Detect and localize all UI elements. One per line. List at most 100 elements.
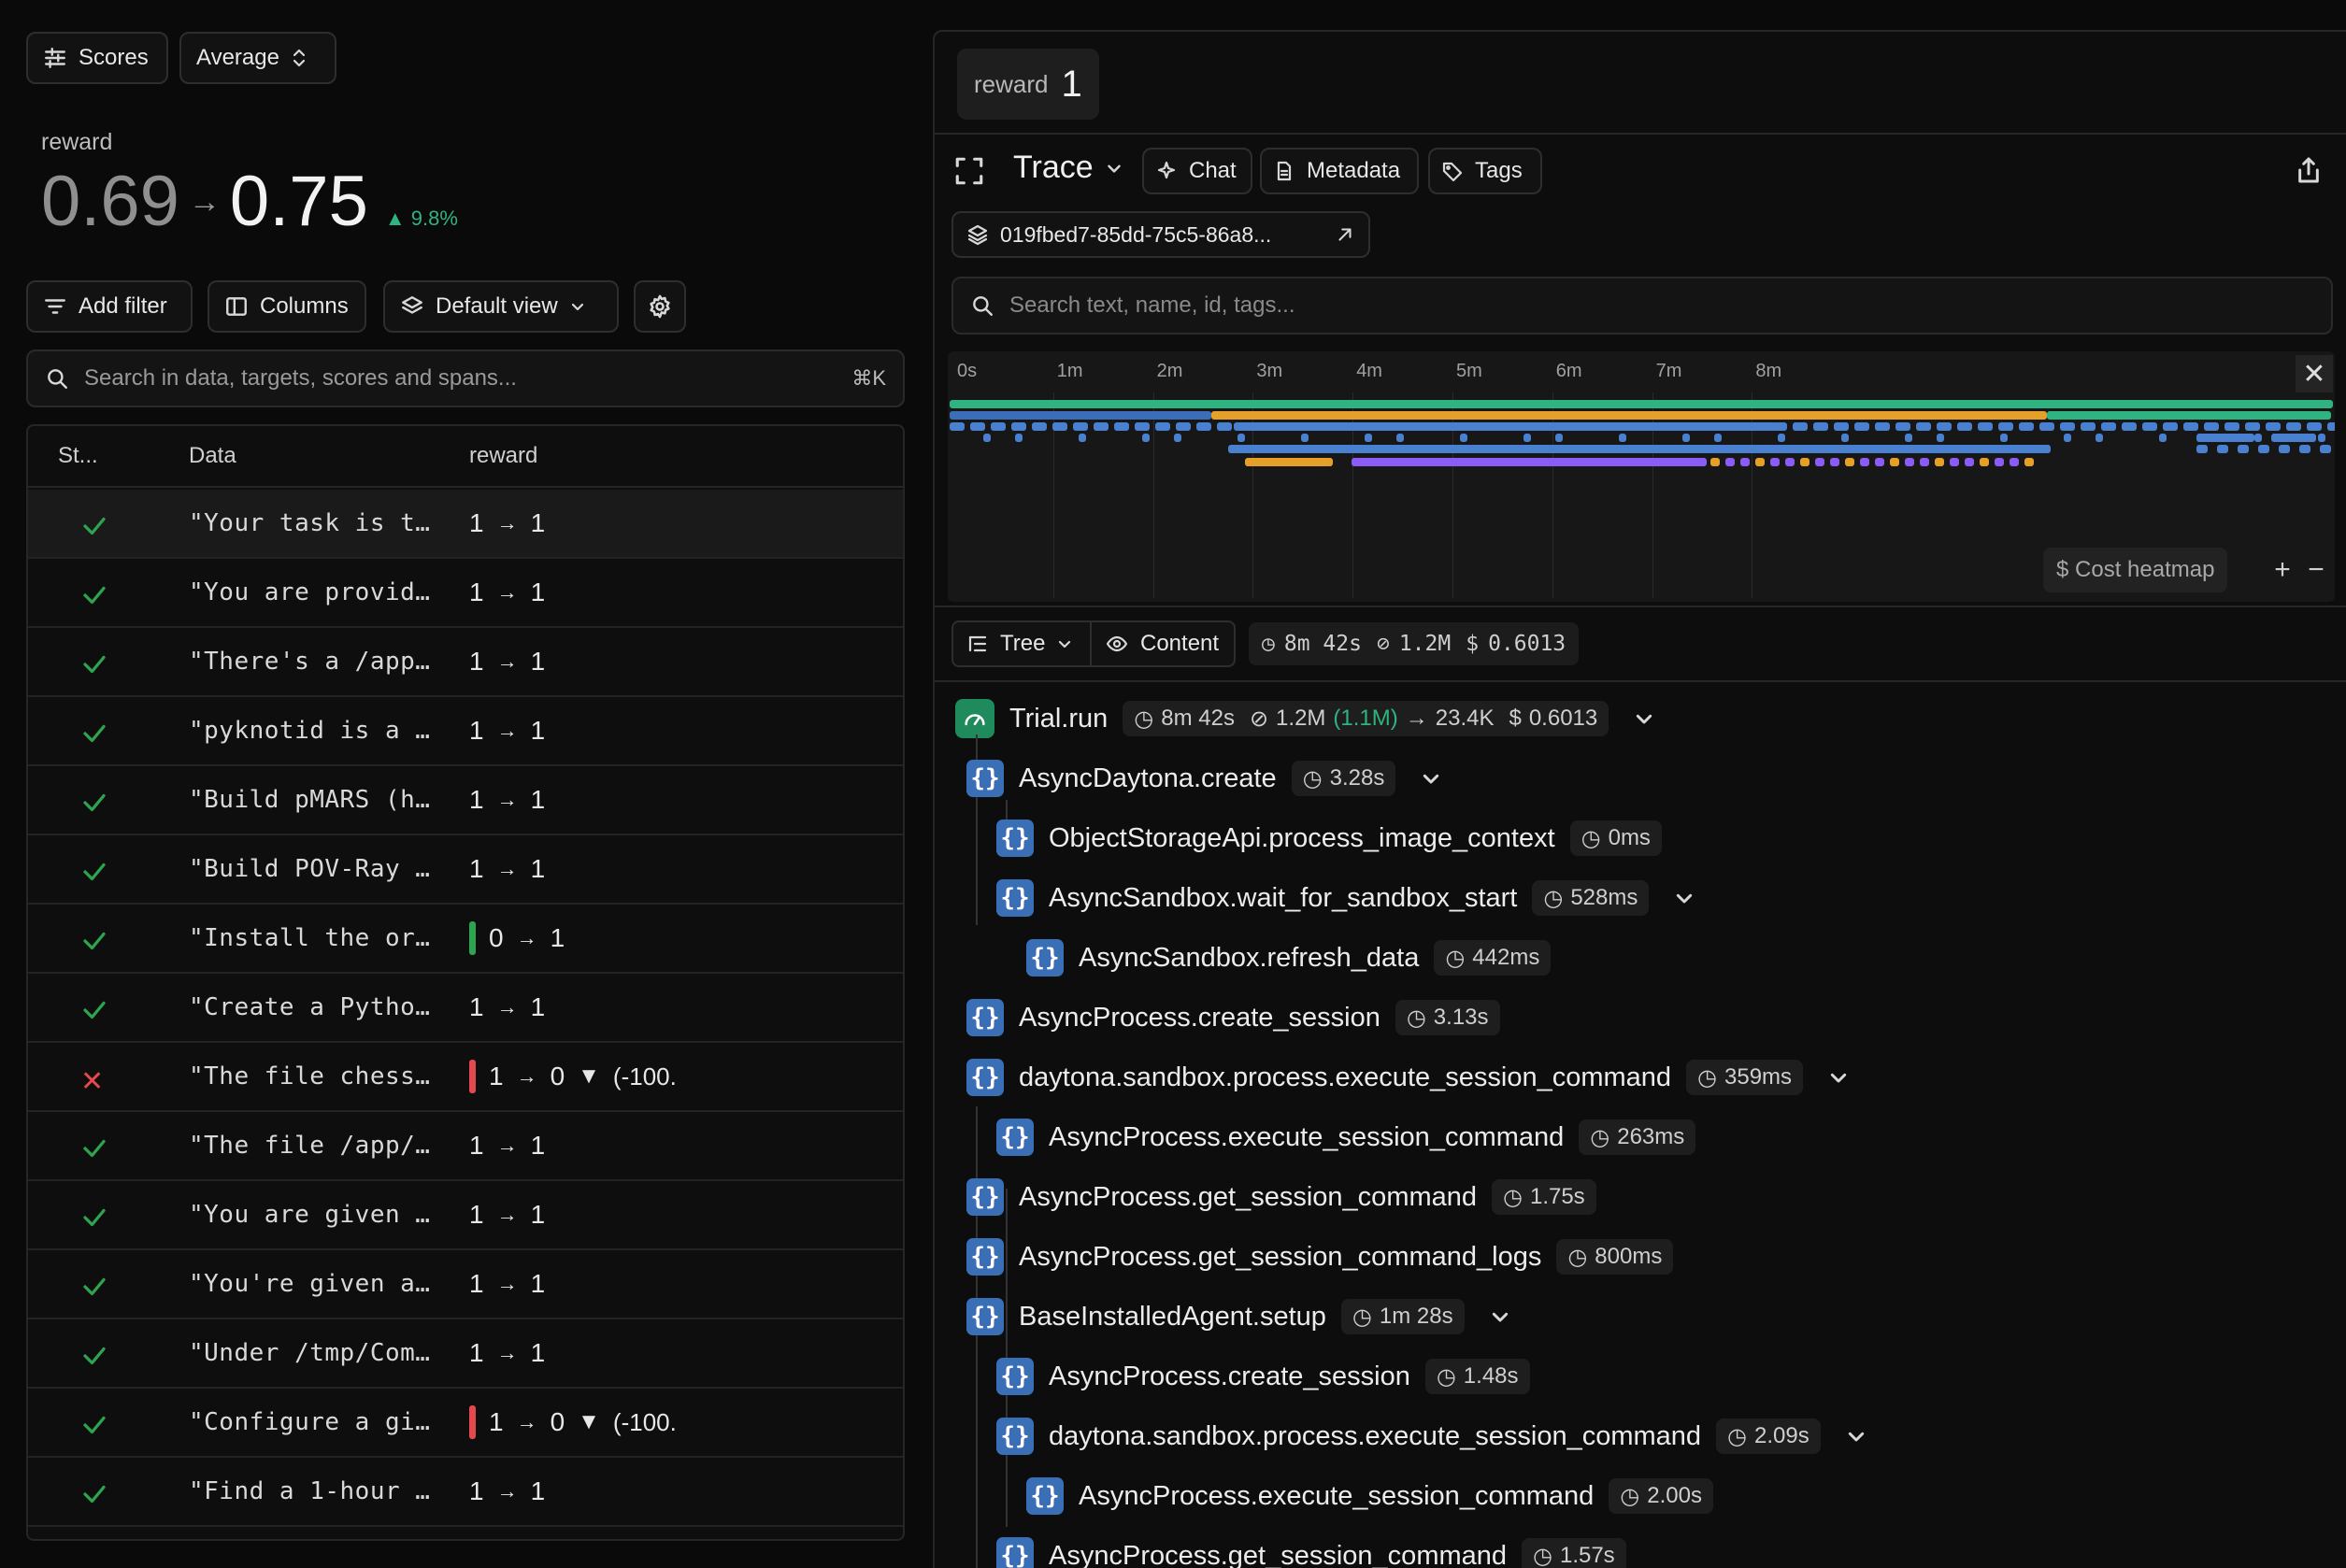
timeline-span-bar[interactable]	[1352, 458, 1707, 466]
span-row[interactable]: {} AsyncProcess.get_session_command ◷ 1.57s	[996, 1532, 1626, 1568]
timeline-span-bar[interactable]	[1073, 422, 1088, 431]
timeline-span-bar[interactable]	[2196, 445, 2208, 453]
span-root[interactable]: Trial.run ◷ 8m 42s ⊘ 1.2M (1.1M) → 23.4K $0…	[955, 695, 1655, 742]
span-row[interactable]: {} BaseInstalledAgent.setup ◷ 1m 28s	[966, 1293, 1511, 1340]
timeline-span-bar[interactable]	[2039, 422, 2054, 431]
trace-search-input[interactable]: Search text, name, id, tags...	[951, 277, 2333, 335]
timeline-span-bar[interactable]	[1800, 458, 1810, 466]
timeline-span-bar[interactable]	[2254, 434, 2262, 442]
timeline-span-bar[interactable]	[2196, 434, 2254, 442]
timeline-span-bar[interactable]	[1920, 458, 1929, 466]
timeline-span-bar[interactable]	[2258, 445, 2269, 453]
timeline-span-bar[interactable]	[1523, 434, 1531, 442]
timeline-span-bar[interactable]	[2101, 422, 2116, 431]
table-row[interactable]: "Install the or… 0 → 1	[28, 905, 903, 974]
metadata-button[interactable]: Metadata	[1260, 148, 1419, 194]
timeline-span-bar[interactable]	[1245, 458, 1333, 466]
timeline-span-bar[interactable]	[1793, 422, 1808, 431]
timeline-span-bar[interactable]	[1770, 458, 1780, 466]
table-row[interactable]: "Under /tmp/Com… 1 → 1	[28, 1319, 903, 1389]
scores-button[interactable]: Scores	[26, 32, 168, 84]
timeline-span-bar[interactable]	[1142, 434, 1150, 442]
span-row[interactable]: {} AsyncSandbox.refresh_data ◷ 442ms	[1026, 934, 1552, 981]
timeline-span-bar[interactable]	[2163, 422, 2178, 431]
timeline-span-bar[interactable]	[2010, 458, 2019, 466]
table-row[interactable]: "There's a /app… 1 → 1	[28, 628, 903, 697]
timeline-span-bar[interactable]	[2271, 434, 2316, 442]
span-row[interactable]: {} AsyncProcess.create_session ◷ 1.48s	[996, 1353, 1530, 1400]
timeline-span-bar[interactable]	[1079, 434, 1086, 442]
timeline-span-bar[interactable]	[1365, 434, 1372, 442]
timeline-span-bar[interactable]	[1895, 422, 1910, 431]
trace-id-button[interactable]: 019fbed7-85dd-75c5-86a8...	[951, 211, 1370, 258]
timeline-span-bar[interactable]	[2142, 422, 2157, 431]
table-row[interactable]: "You are given … 1 → 1	[28, 1181, 903, 1250]
timeline-span-bar[interactable]	[2286, 422, 2301, 431]
header-reward[interactable]: reward	[469, 443, 537, 469]
cost-heatmap-button[interactable]: $ Cost heatmap	[2043, 548, 2228, 592]
timeline-span-bar[interactable]	[1950, 458, 1959, 466]
timeline-span-bar[interactable]	[1890, 458, 1899, 466]
content-view-button[interactable]: Content	[1090, 620, 1236, 667]
timeline-span-bar[interactable]	[1980, 458, 1989, 466]
timeline-span-bar[interactable]	[1845, 458, 1854, 466]
tree-view-button[interactable]: Tree	[951, 620, 1092, 667]
timeline-span-bar[interactable]	[1916, 422, 1931, 431]
span-row[interactable]: {} AsyncProcess.execute_session_command ◷ 2…	[1026, 1473, 1713, 1519]
span-row[interactable]: {} ObjectStorageApi.process_image_context…	[996, 815, 1662, 862]
timeline-span-bar[interactable]	[970, 422, 985, 431]
timeline-span-bar[interactable]	[1710, 458, 1720, 466]
timeline-span-bar[interactable]	[1094, 422, 1109, 431]
timeline-span-bar[interactable]	[1995, 458, 2004, 466]
timeline-span-bar[interactable]	[1854, 422, 1869, 431]
chevron-down-icon[interactable]	[1489, 1305, 1511, 1328]
timeline-span-bar[interactable]	[2217, 445, 2228, 453]
timeline-span-bar[interactable]	[1211, 411, 2047, 420]
table-row[interactable]: "Create a Pytho… 1 → 1	[28, 974, 903, 1043]
timeline-span-bar[interactable]	[2204, 422, 2219, 431]
timeline-span-bar[interactable]	[950, 400, 2333, 408]
chat-button[interactable]: Chat	[1142, 148, 1252, 194]
timeline-span-bar[interactable]	[1935, 458, 1944, 466]
timeline-span-bar[interactable]	[950, 422, 965, 431]
span-row[interactable]: {} AsyncDaytona.create ◷ 3.28s	[966, 755, 1442, 802]
chevron-down-icon[interactable]	[1633, 707, 1655, 730]
timeline-span-bar[interactable]	[950, 411, 1211, 420]
timeline-span-bar[interactable]	[2159, 434, 2167, 442]
timeline-span-bar[interactable]	[1555, 434, 1563, 442]
timeline-span-bar[interactable]	[1301, 434, 1309, 442]
timeline-span-bar[interactable]	[1905, 434, 1912, 442]
timeline-span-bar[interactable]	[1875, 458, 1884, 466]
span-row[interactable]: {} AsyncSandbox.wait_for_sandbox_start ◷ 52…	[996, 875, 1695, 921]
timeline-span-bar[interactable]	[2122, 422, 2137, 431]
share-icon[interactable]	[2294, 155, 2324, 185]
timeline-span-bar[interactable]	[1155, 422, 1170, 431]
timeline-span-bar[interactable]	[2224, 422, 2239, 431]
timeline-span-bar[interactable]	[2081, 422, 2096, 431]
timeline-span-bar[interactable]	[1228, 445, 2051, 453]
span-row[interactable]: {} daytona.sandbox.process.execute_sessio…	[966, 1054, 1850, 1101]
timeline[interactable]: 0s 1m 2m 3m 4m 5m 6m 7m 8m ✕ $ Cost heatmap + −	[948, 351, 2335, 602]
timeline-span-bar[interactable]	[2183, 422, 2198, 431]
timeline-span-bar[interactable]	[2064, 434, 2071, 442]
timeline-span-bar[interactable]	[1460, 434, 1467, 442]
header-data[interactable]: Data	[189, 443, 236, 469]
timeline-span-bar[interactable]	[1937, 422, 1952, 431]
span-row[interactable]: {} AsyncProcess.get_session_command_logs ◷…	[966, 1233, 1674, 1280]
trace-dropdown[interactable]: Trace	[1013, 150, 1123, 186]
timeline-span-bar[interactable]	[2307, 422, 2322, 431]
timeline-span-bar[interactable]	[2320, 445, 2331, 453]
timeline-span-bar[interactable]	[1778, 434, 1785, 442]
timeline-span-bar[interactable]	[1815, 458, 1824, 466]
timeline-span-bar[interactable]	[1875, 422, 1890, 431]
timeline-span-bar[interactable]	[2318, 434, 2325, 442]
data-search-input[interactable]: Search in data, targets, scores and span…	[26, 349, 905, 407]
timeline-span-bar[interactable]	[1714, 434, 1722, 442]
table-row[interactable]: "Configure a gi… 1 → 0 ▼ (-100.	[28, 1389, 903, 1458]
default-view-button[interactable]: Default view	[383, 280, 619, 333]
timeline-span-bar[interactable]	[1135, 422, 1150, 431]
timeline-span-bar[interactable]	[1174, 434, 1181, 442]
timeline-span-bar[interactable]	[1834, 422, 1849, 431]
span-row[interactable]: {} AsyncProcess.create_session ◷ 3.13s	[966, 994, 1500, 1041]
table-row[interactable]: "Build pMARS (h… 1 → 1	[28, 766, 903, 835]
